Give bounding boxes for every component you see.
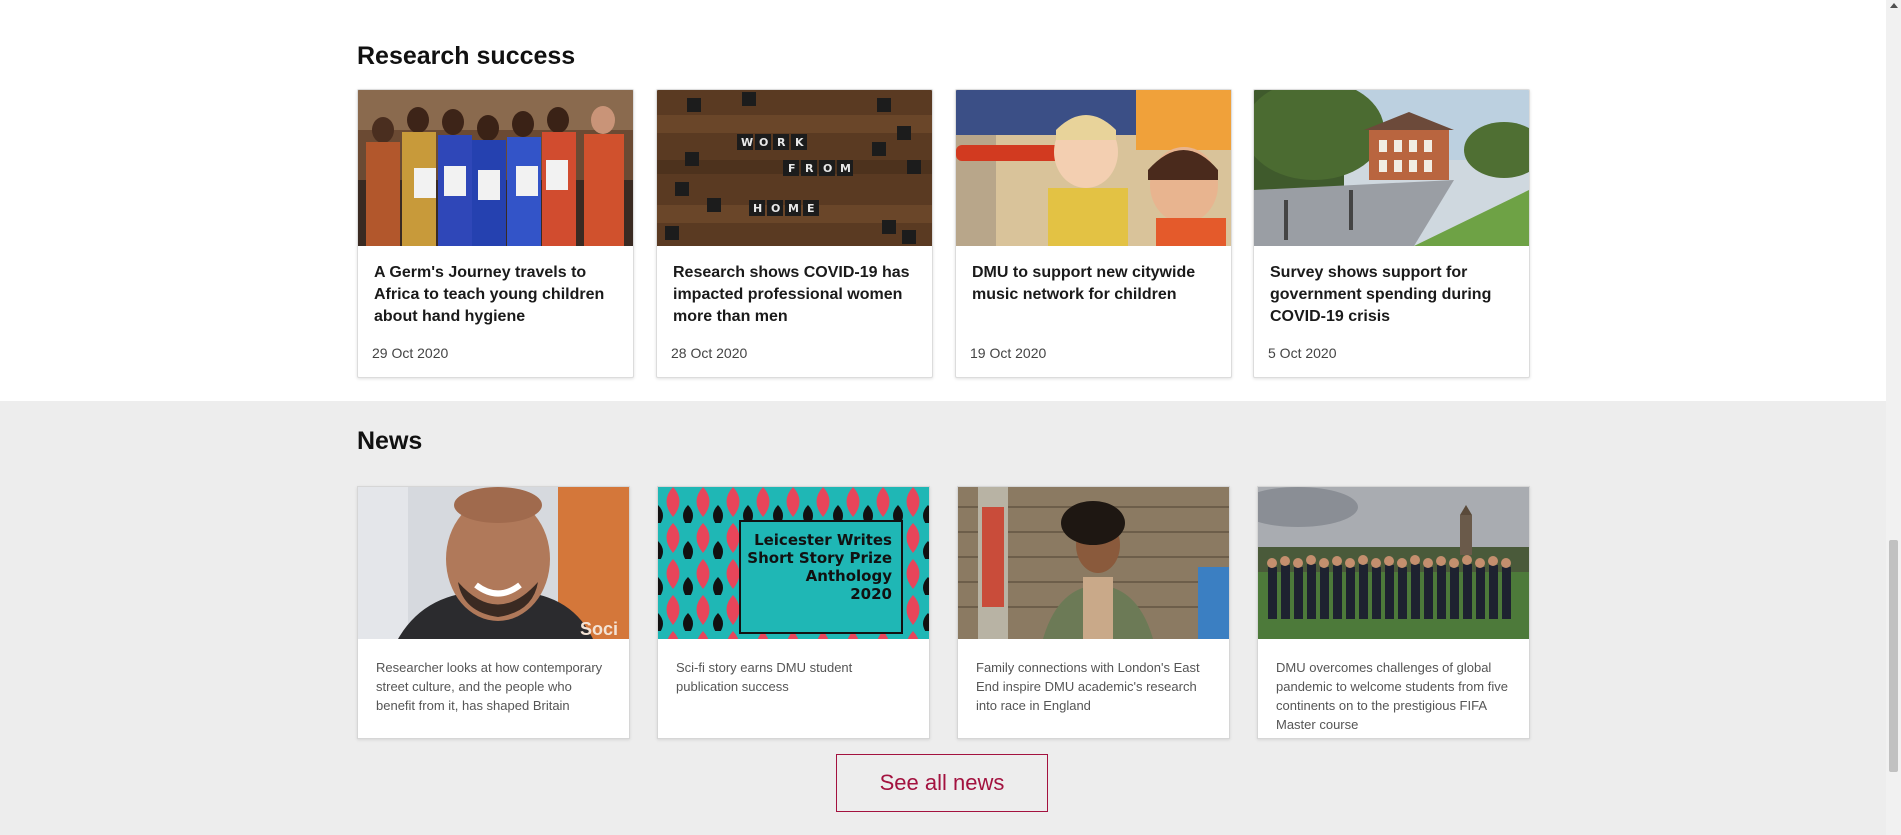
news-card[interactable]: Soci Researcher looks at how contemporar… [357,486,630,739]
see-all-news-button[interactable]: See all news [836,754,1048,812]
research-card-date: 5 Oct 2020 [1268,345,1337,361]
svg-text:O: O [823,162,832,175]
svg-text:O: O [759,136,768,149]
cover-line: Leicester Writes [754,531,892,549]
news-section: News Soci Researcher looks at how contem… [0,401,1886,835]
news-heading: News [357,427,423,455]
research-card-title[interactable]: Research shows COVID-19 has impacted pro… [673,262,919,328]
brick-building-park-photo[interactable] [1254,90,1529,246]
svg-text:M: M [840,162,851,175]
news-card-text[interactable]: DMU overcomes challenges of global pande… [1276,658,1512,734]
news-card[interactable]: Family connections with London's East En… [957,486,1230,739]
research-card-date: 28 Oct 2020 [671,345,748,361]
research-card[interactable]: WORK FROM HOME Research shows COVID-19 h… [656,89,933,378]
news-card[interactable]: DMU overcomes challenges of global pande… [1257,486,1530,739]
vertical-scrollbar[interactable] [1886,0,1901,835]
smiling-man-portrait-photo[interactable]: Soci [358,487,629,639]
news-card[interactable]: Leicester Writes Short Story Prize Antho… [657,486,930,739]
svg-text:E: E [807,202,815,215]
student-group-on-field-photo[interactable] [1258,487,1529,639]
svg-text:W: W [741,136,753,149]
svg-text:R: R [777,136,786,149]
news-card-text[interactable]: Researcher looks at how contemporary str… [376,658,612,715]
research-card-date: 29 Oct 2020 [372,345,449,361]
cover-line: Short Story Prize [747,549,892,567]
research-heading: Research success [357,42,576,70]
svg-text:M: M [788,202,799,215]
image-caption-text: Soci [580,619,618,639]
anthology-cover-graphic[interactable]: Leicester Writes Short Story Prize Antho… [658,487,929,639]
news-card-text[interactable]: Sci-fi story earns DMU student publicati… [676,658,912,696]
woman-by-brick-wall-photo[interactable] [958,487,1229,639]
research-section: Research success A Germ's Journey travel… [0,0,1886,401]
research-card-title[interactable]: DMU to support new citywide music networ… [972,262,1218,306]
page: Research success A Germ's Journey travel… [0,0,1901,835]
svg-text:F: F [788,162,796,175]
research-card[interactable]: DMU to support new citywide music networ… [955,89,1232,378]
scrollbar-thumb[interactable] [1889,540,1898,772]
svg-text:H: H [753,202,762,215]
research-card-date: 19 Oct 2020 [970,345,1047,361]
research-card[interactable]: A Germ's Journey travels to Africa to te… [357,89,634,378]
svg-text:O: O [771,202,780,215]
scroll-up-arrow-icon[interactable] [1890,3,1898,8]
children-holding-leaflets-photo[interactable] [358,90,633,246]
cover-line: 2020 [850,585,892,603]
svg-text:K: K [795,136,804,149]
news-card-text[interactable]: Family connections with London's East En… [976,658,1212,715]
research-card-title[interactable]: A Germ's Journey travels to Africa to te… [374,262,620,328]
research-card[interactable]: Survey shows support for government spen… [1253,89,1530,378]
work-from-home-letter-tiles-photo[interactable]: WORK FROM HOME [657,90,932,246]
cover-line: Anthology [806,567,893,585]
toddlers-playing-music-photo[interactable] [956,90,1231,246]
research-card-title[interactable]: Survey shows support for government spen… [1270,262,1516,328]
svg-text:R: R [805,162,814,175]
